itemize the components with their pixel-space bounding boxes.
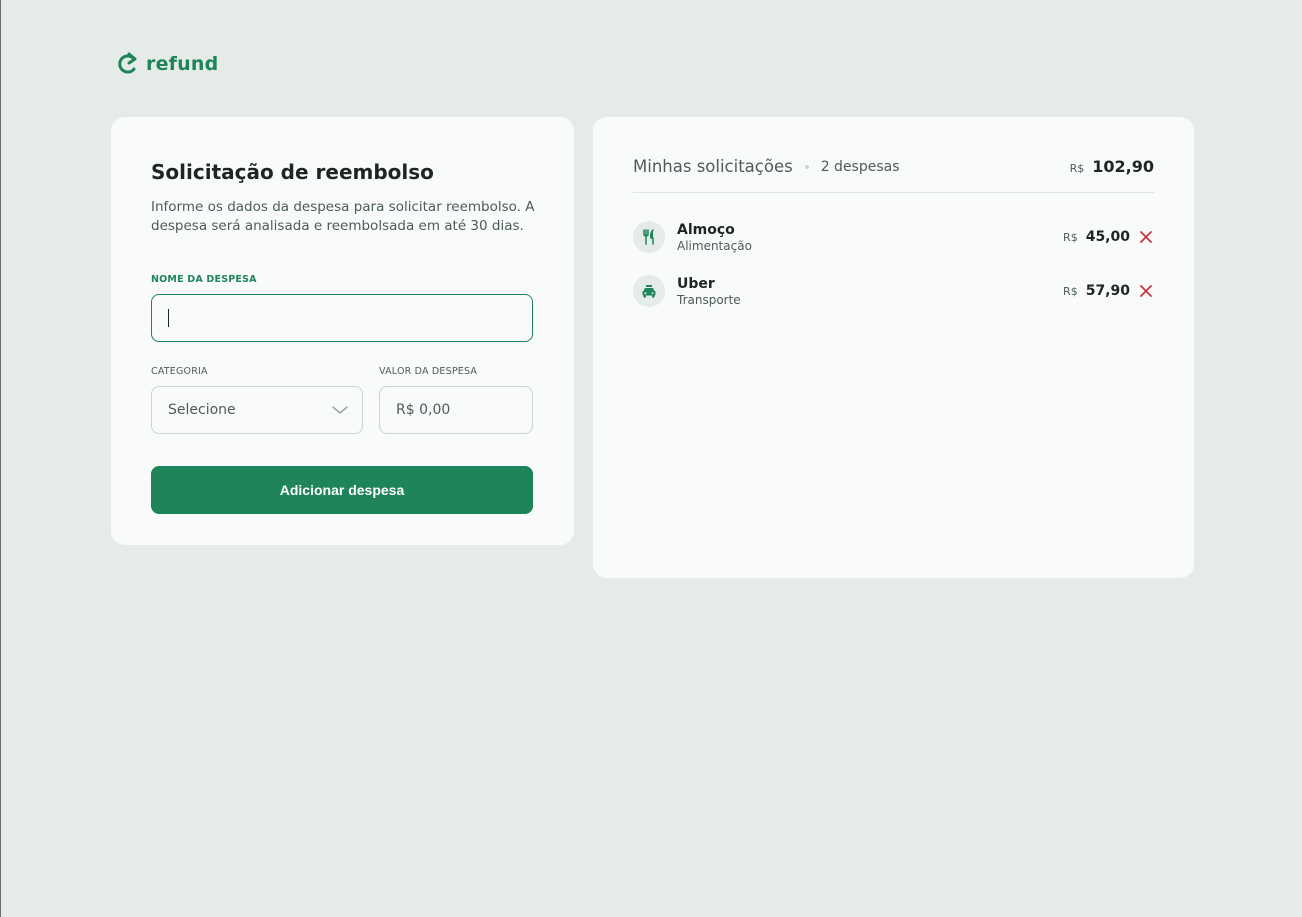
amount-field: Valor da despesa R$ 0,00 <box>379 366 533 434</box>
amount-placeholder: R$ 0,00 <box>396 402 451 418</box>
form-description: Informe os dados da despesa para solicit… <box>151 199 535 234</box>
list-item: Almoço Alimentação R$ 45,00 <box>633 219 1154 255</box>
form-title: Solicitação de reembolso <box>151 160 434 184</box>
expense-name-field: Nome da despesa <box>151 274 534 342</box>
expense-amount: 45,00 <box>1085 229 1130 245</box>
category-icon-wrap <box>633 275 665 307</box>
list-title: Minhas solicitações <box>633 157 793 176</box>
fork-knife-icon <box>643 229 654 245</box>
total-currency: R$ <box>1069 162 1085 175</box>
expense-currency: R$ <box>1063 230 1078 244</box>
list-header: Minhas solicitações 2 despesas R$ 102,90 <box>633 157 1154 193</box>
category-icon-wrap <box>633 221 665 253</box>
expense-list: Almoço Alimentação R$ 45,00 Uber Transpo… <box>633 219 1154 309</box>
expense-name: Uber <box>677 275 715 292</box>
expense-count: 2 despesas <box>820 158 900 175</box>
remove-icon[interactable] <box>1138 229 1154 245</box>
remove-icon[interactable] <box>1138 283 1154 299</box>
text-caret <box>168 309 169 327</box>
car-icon <box>642 285 656 298</box>
refresh-arrow-icon <box>118 52 137 74</box>
expense-name-label: Nome da despesa <box>151 274 257 285</box>
expense-category: Transporte <box>677 292 741 307</box>
separator-dot <box>804 164 809 169</box>
expense-amount: 57,90 <box>1085 283 1130 299</box>
brand-logo: refund <box>116 51 218 77</box>
total-value: 102,90 <box>1092 157 1154 176</box>
add-expense-button[interactable]: Adicionar despesa <box>151 466 533 514</box>
category-select[interactable]: Selecione <box>151 386 363 434</box>
expense-name: Almoço <box>677 221 735 238</box>
expense-category: Alimentação <box>677 238 752 253</box>
category-selected-value: Selecione <box>168 402 236 418</box>
list-item: Uber Transporte R$ 57,90 <box>633 273 1154 309</box>
chevron-down-icon <box>332 406 348 414</box>
brand-name: refund <box>146 53 219 75</box>
category-amount-row: Categoria Selecione Valor da despesa R$ … <box>151 366 534 434</box>
amount-label: Valor da despesa <box>379 366 478 377</box>
expense-form-card: Solicitação de reembolso Informe os dado… <box>111 117 574 545</box>
expense-name-input[interactable] <box>151 294 533 342</box>
category-field: Categoria Selecione <box>151 366 363 434</box>
category-label: Categoria <box>151 366 208 377</box>
expense-currency: R$ <box>1063 284 1078 298</box>
amount-input[interactable]: R$ 0,00 <box>379 386 533 434</box>
requests-list-card: Minhas solicitações 2 despesas R$ 102,90… <box>593 117 1194 578</box>
total-amount: R$ 102,90 <box>1070 157 1154 176</box>
